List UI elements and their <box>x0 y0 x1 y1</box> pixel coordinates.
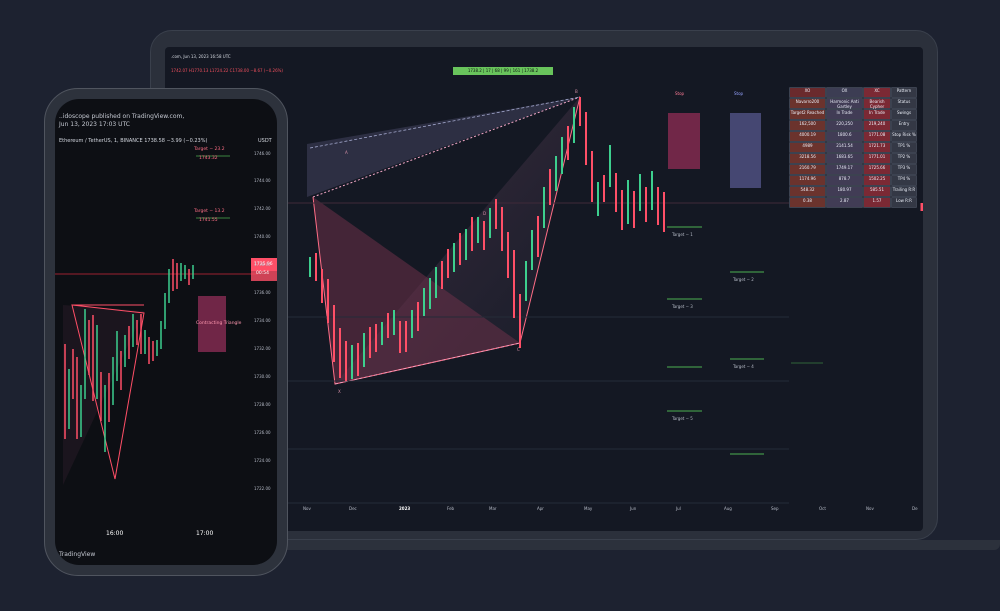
target-3: Target − 3 <box>672 304 693 309</box>
cell-9-2: 585.51 <box>863 186 891 197</box>
phone-tick-3: 1740.00 <box>254 234 271 239</box>
cell-10-3: Low R:R <box>891 197 917 208</box>
cell-9-1: 180.97 <box>826 186 863 197</box>
cell-6-2: 1771.01 <box>863 153 891 164</box>
label-a: A <box>345 150 348 155</box>
phone-target-1: Target − 23.2 <box>194 147 225 152</box>
stop-label-2: Stop <box>734 91 744 96</box>
cell-10-0: 0.38 <box>789 197 826 208</box>
cell-1-2: Bearish Cypher <box>863 98 891 109</box>
phone-price-axis: 1746.00 1744.00 1742.00 1740.00 1738.00 … <box>254 151 274 531</box>
month-9: Aug <box>724 506 732 511</box>
phone-chart <box>55 155 277 485</box>
cell-0-1: OX <box>826 87 863 98</box>
target-5: Target − 5 <box>672 416 693 421</box>
cell-6-0: 3218.56 <box>789 153 826 164</box>
month-13: De <box>912 506 918 511</box>
phone-time-2: 17:00 <box>196 530 214 537</box>
cell-4-3: Stop Risk % <box>891 131 917 142</box>
cell-4-0: 4000.19 <box>789 131 826 142</box>
phone-tick-10: 1726.00 <box>254 430 271 435</box>
cell-9-0: 548.32 <box>789 186 826 197</box>
cell-6-1: 1683.65 <box>826 153 863 164</box>
phone-target-1-value: 1743.32 <box>199 156 218 161</box>
cell-10-1: 2.87 <box>826 197 863 208</box>
month-12: Nov <box>866 506 874 511</box>
month-10: Sep <box>771 506 779 511</box>
cell-2-3: Swings <box>891 109 917 120</box>
cell-8-2: 1502.25 <box>863 175 891 186</box>
cell-8-0: 1174.96 <box>789 175 826 186</box>
phone-tick-11: 1724.00 <box>254 458 271 463</box>
cell-7-1: 1749.17 <box>826 164 863 175</box>
label-c: C <box>517 347 520 352</box>
cell-7-3: TP3 % <box>891 164 917 175</box>
cell-0-0: XO <box>789 87 826 98</box>
cell-7-0: 2160.79 <box>789 164 826 175</box>
phone-screen: ..idoscope published on TradingView.com,… <box>55 99 277 565</box>
phone-tick-6: 1734.00 <box>254 318 271 323</box>
stop-label-1: Stop <box>675 91 685 96</box>
month-6: May <box>584 506 593 511</box>
cell-3-1: 220,250 <box>826 120 863 131</box>
cell-1-1: Harmonic Anti Gartley <box>826 98 863 109</box>
pattern-table: XO OX XC Pattern Navarro200 Harmonic Ant… <box>789 87 917 297</box>
cell-8-3: TP4 % <box>891 175 917 186</box>
phone-zone-label: Contracting Triangle <box>196 321 242 326</box>
month-0: Nov <box>303 506 311 511</box>
cell-5-1: 2141.54 <box>826 142 863 153</box>
phone-tick-12: 1722.00 <box>254 486 271 491</box>
cell-6-3: TP2 % <box>891 153 917 164</box>
target-4: Target − 4 <box>733 364 754 369</box>
phone-tick-7: 1732.00 <box>254 346 271 351</box>
phone-tick-0: 1746.00 <box>254 151 271 156</box>
cell-9-3: Trailing R:R <box>891 186 917 197</box>
cell-2-2: In Trade <box>863 109 891 120</box>
phone-target-2: Target − 13.2 <box>194 209 225 214</box>
cell-3-2: 219,240 <box>863 120 891 131</box>
cell-1-3: Status <box>891 98 917 109</box>
month-5: Apr <box>537 506 544 511</box>
phone-tick-8: 1730.00 <box>254 374 271 379</box>
target-2: Target − 2 <box>733 277 754 282</box>
month-7: Jun <box>630 506 637 511</box>
month-8: Jul <box>676 506 681 511</box>
cell-7-2: 1725.66 <box>863 164 891 175</box>
cell-4-2: 1771.08 <box>863 131 891 142</box>
label-b: B <box>575 89 578 94</box>
phone-tick-4: 1738.00 <box>254 262 271 267</box>
phone-target-2-value: 1741.55 <box>199 218 218 223</box>
cell-2-1: In Trade <box>826 109 863 120</box>
cell-4-1: 1800.6 <box>826 131 863 142</box>
cell-0-3: Pattern <box>891 87 917 98</box>
phone: ..idoscope published on TradingView.com,… <box>44 88 288 576</box>
target-1: Target − 1 <box>672 232 693 237</box>
cell-5-0: 4989 <box>789 142 826 153</box>
cell-3-3: Entry <box>891 120 917 131</box>
cell-8-1: 878.7 <box>826 175 863 186</box>
phone-tick-2: 1742.00 <box>254 206 271 211</box>
cell-1-0: Navarro200 <box>789 98 826 109</box>
month-11: Oct <box>819 506 826 511</box>
cell-0-2: XC <box>863 87 891 98</box>
cell-3-0: 162,500 <box>789 120 826 131</box>
cell-10-2: 1.57 <box>863 197 891 208</box>
month-1: Dec <box>349 506 357 511</box>
month-2: 2023 <box>399 506 411 511</box>
label-d: D <box>483 211 487 216</box>
cell-5-3: TP1 % <box>891 142 917 153</box>
month-4: Mar <box>489 506 497 511</box>
phone-time-1: 16:00 <box>106 530 124 537</box>
cell-5-2: 1721.73 <box>863 142 891 153</box>
cell-2-0: Target2 Reached <box>789 109 826 120</box>
month-3: Feb <box>447 506 455 511</box>
phone-tick-1: 1744.00 <box>254 178 271 183</box>
phone-tick-9: 1728.00 <box>254 402 271 407</box>
phone-footer: TradingView <box>59 551 96 558</box>
label-x: X <box>338 389 341 394</box>
phone-tick-5: 1736.00 <box>254 290 271 295</box>
